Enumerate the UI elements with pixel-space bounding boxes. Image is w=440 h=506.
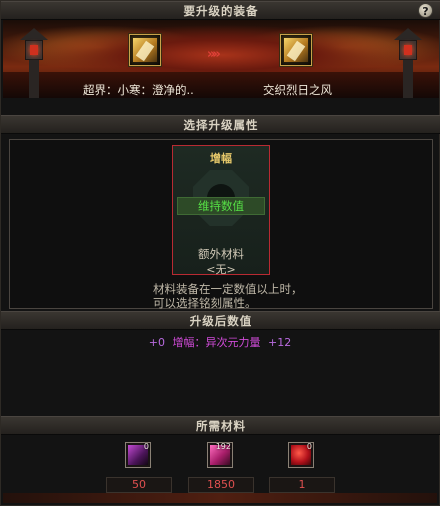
bottom-lava-strip [3,493,437,503]
stone-lantern-icon [391,24,425,98]
target-item-name: 交织烈日之风 [263,83,332,97]
material-required-count: 1 [269,477,335,493]
material-required-count: 50 [106,477,172,493]
golden-gear-icon [133,38,157,62]
material-stack: 0 [306,442,312,451]
result-after: +12 [268,336,292,349]
help-button[interactable]: ? [418,3,433,18]
upgraded-values-title: 升级后数值 [189,314,253,328]
materials-title: 所需材料 [196,419,246,433]
material-slot[interactable]: 0 [288,442,314,468]
equipment-upgrade-panel: 要升级的装备 ? »» 超界：小寒：澄净的.. 交织烈日之风 选择升级属性 增幅… [0,0,440,506]
target-item-slot[interactable] [280,34,312,66]
source-item-name: 超界：小寒：澄净的.. [83,83,194,97]
extra-material-none: <无> [206,263,236,276]
header-bar: 要升级的装备 [1,1,440,20]
select-attribute-title: 选择升级属性 [183,118,259,132]
upgraded-values-header: 升级后数值 [1,311,440,330]
panel-title: 要升级的装备 [183,4,259,18]
keep-value-option[interactable]: 维持数值 [177,197,265,215]
materials-header: 所需材料 [1,416,440,435]
upgrade-banner [3,20,439,98]
select-attribute-header: 选择升级属性 [1,115,440,134]
material-slot[interactable]: 0 [125,442,151,468]
upgrade-arrow-icon: »» [207,47,221,62]
golden-gear-icon [284,38,308,62]
description-line-2: 可以选择铭刻属性。 [153,296,257,310]
source-item-slot[interactable] [129,34,161,66]
result-line: +0 增幅：异次元力量 +12 [1,334,439,350]
result-attribute: 增幅：异次元力量 [172,336,261,349]
result-before: +0 [148,336,165,349]
amplify-option-card[interactable]: 增幅 维持数值 额外材料 <无> [172,145,270,276]
material-slot[interactable]: 192 [207,442,233,468]
material-stack: 0 [143,442,149,451]
material-stack: 192 [215,442,231,451]
stone-lantern-icon [17,24,51,98]
material-required-count: 1850 [188,477,254,493]
extra-material-label: 额外材料 [198,247,244,261]
lava-ground [3,72,439,98]
option-title: 增幅 [210,152,232,165]
